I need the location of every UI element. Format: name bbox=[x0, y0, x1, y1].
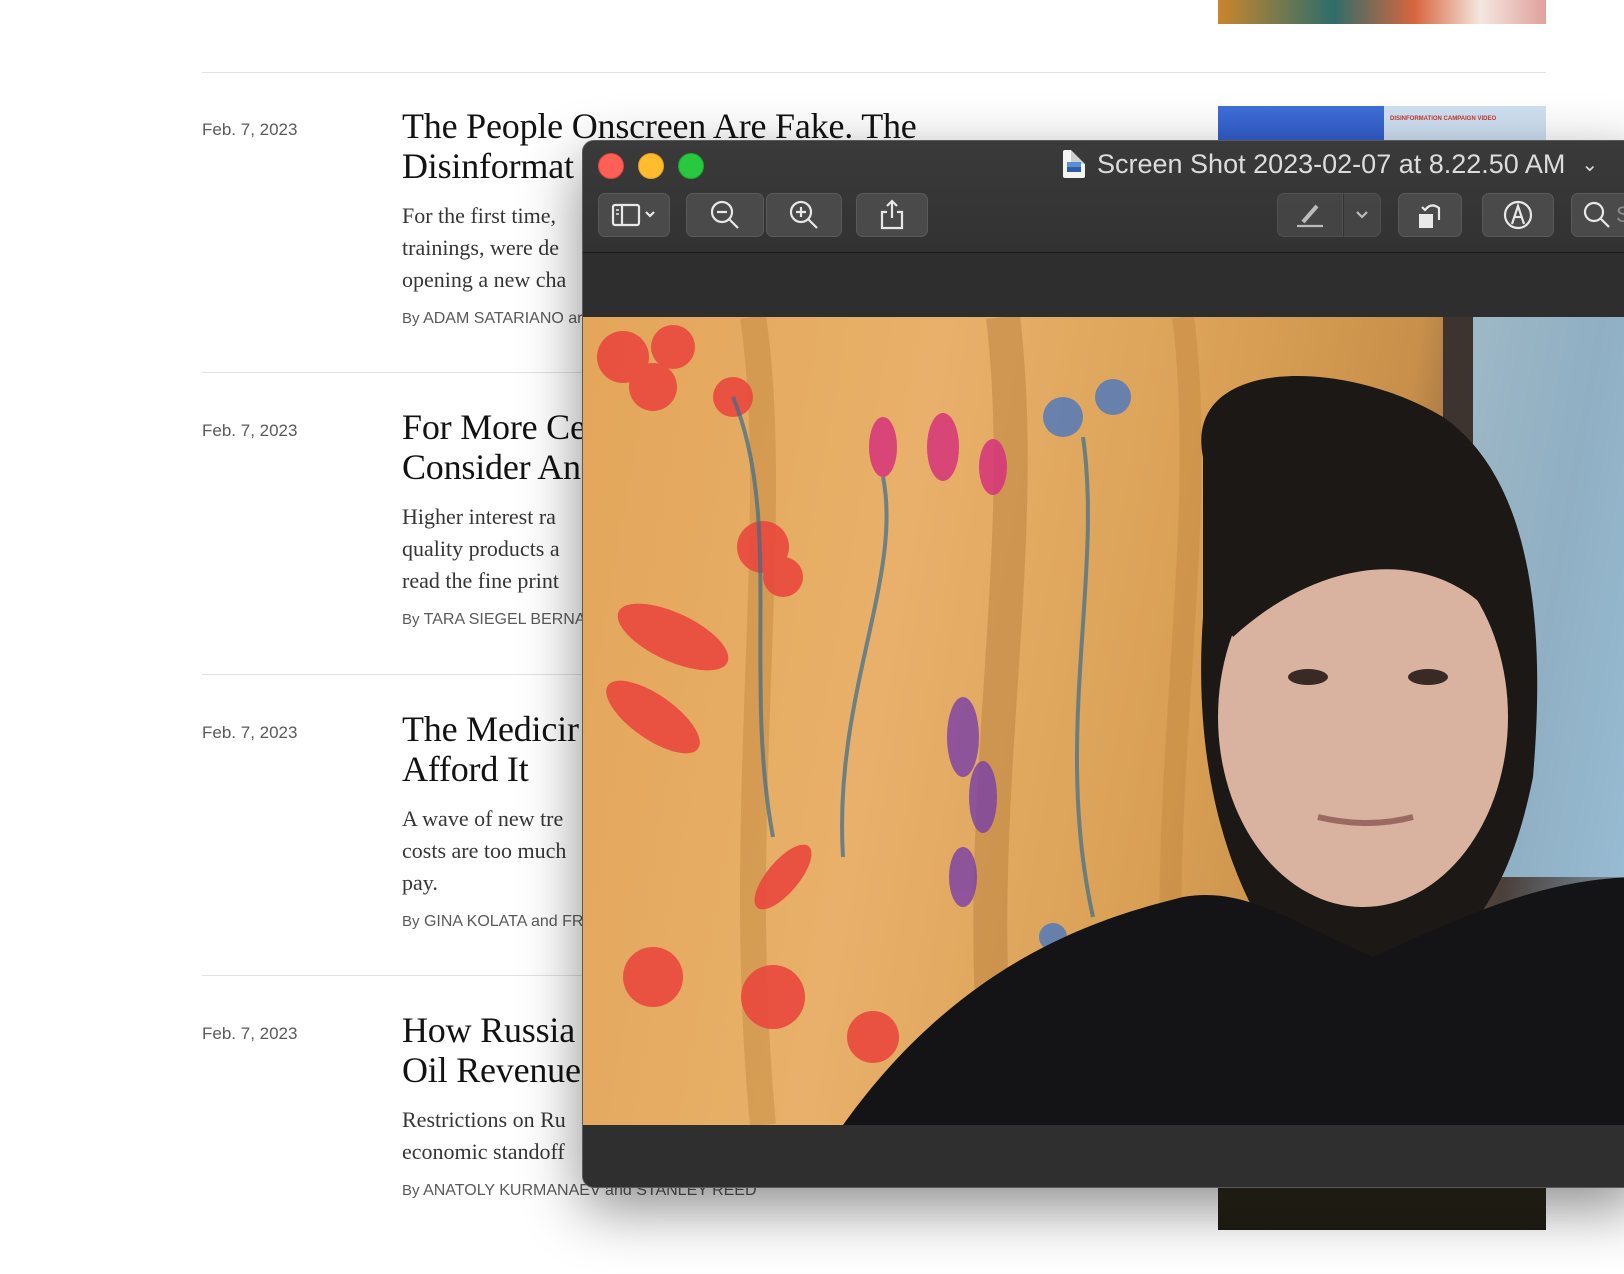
highlight-button[interactable] bbox=[1277, 193, 1343, 237]
window-title[interactable]: Screen Shot 2023-02-07 at 8.22.50 AM ⌄ bbox=[1063, 147, 1598, 181]
rotate-icon bbox=[1419, 204, 1441, 228]
article-thumbnail[interactable] bbox=[1218, 0, 1546, 24]
article-date: Feb. 7, 2023 bbox=[202, 723, 298, 742]
article-title[interactable]: For More Ce Consider An bbox=[402, 407, 602, 487]
article-date: Feb. 7, 2023 bbox=[202, 1024, 298, 1043]
share-icon bbox=[880, 199, 904, 230]
search-icon bbox=[1583, 201, 1610, 228]
window-title-text: Screen Shot 2023-02-07 at 8.22.50 AM bbox=[1097, 148, 1566, 179]
minimize-window-button[interactable] bbox=[638, 153, 664, 179]
search-placeholder: S bbox=[1616, 202, 1624, 228]
fullscreen-window-button[interactable] bbox=[678, 153, 704, 179]
highlight-options-dropdown[interactable] bbox=[1343, 193, 1381, 237]
document-canvas bbox=[583, 253, 1624, 317]
article-summary: A wave of new tre costs are too much pay… bbox=[402, 806, 567, 895]
share-button[interactable] bbox=[856, 193, 928, 237]
zoom-in-button[interactable] bbox=[766, 193, 842, 237]
window-titlebar[interactable]: Screen Shot 2023-02-07 at 8.22.50 AM ⌄ bbox=[583, 141, 1624, 253]
zoom-out-button[interactable] bbox=[686, 193, 764, 237]
zoom-in-icon bbox=[789, 200, 818, 229]
article-title[interactable]: How Russia Oil Revenue bbox=[402, 1010, 602, 1090]
markup-button[interactable] bbox=[1482, 193, 1554, 237]
article-title[interactable]: The Medicir Afford It bbox=[402, 709, 602, 789]
chevron-down-icon bbox=[1356, 211, 1368, 219]
chevron-down-icon[interactable]: ⌄ bbox=[1581, 152, 1598, 177]
article-summary: Higher interest ra quality products a re… bbox=[402, 504, 560, 593]
markup-icon bbox=[1503, 200, 1533, 230]
article-summary: Restrictions on Ru economic standoff bbox=[402, 1107, 566, 1164]
article-summary: For the first time, trainings, were de o… bbox=[402, 203, 567, 292]
divider bbox=[202, 72, 1546, 73]
rotate-button[interactable] bbox=[1398, 193, 1462, 237]
close-window-button[interactable] bbox=[598, 153, 624, 179]
article-date: Feb. 7, 2023 bbox=[202, 120, 298, 139]
preview-window[interactable]: Screen Shot 2023-02-07 at 8.22.50 AM ⌄ bbox=[582, 140, 1624, 1188]
search-field[interactable]: S bbox=[1571, 193, 1624, 237]
pen-icon bbox=[1297, 204, 1323, 228]
sidebar-icon bbox=[611, 203, 655, 227]
thumbnail-caption: DISINFORMATION CAMPAIGN VIDEO bbox=[1390, 116, 1497, 122]
document-icon bbox=[1063, 150, 1085, 178]
article-thumbnail[interactable] bbox=[1218, 1188, 1546, 1230]
article-date: Feb. 7, 2023 bbox=[202, 421, 298, 440]
sidebar-toggle-button[interactable] bbox=[598, 193, 670, 237]
screenshot-image[interactable] bbox=[583, 317, 1624, 1125]
photo-illustration bbox=[597, 317, 1624, 1125]
document-canvas-bottom bbox=[583, 1125, 1624, 1187]
zoom-out-icon bbox=[710, 200, 739, 229]
